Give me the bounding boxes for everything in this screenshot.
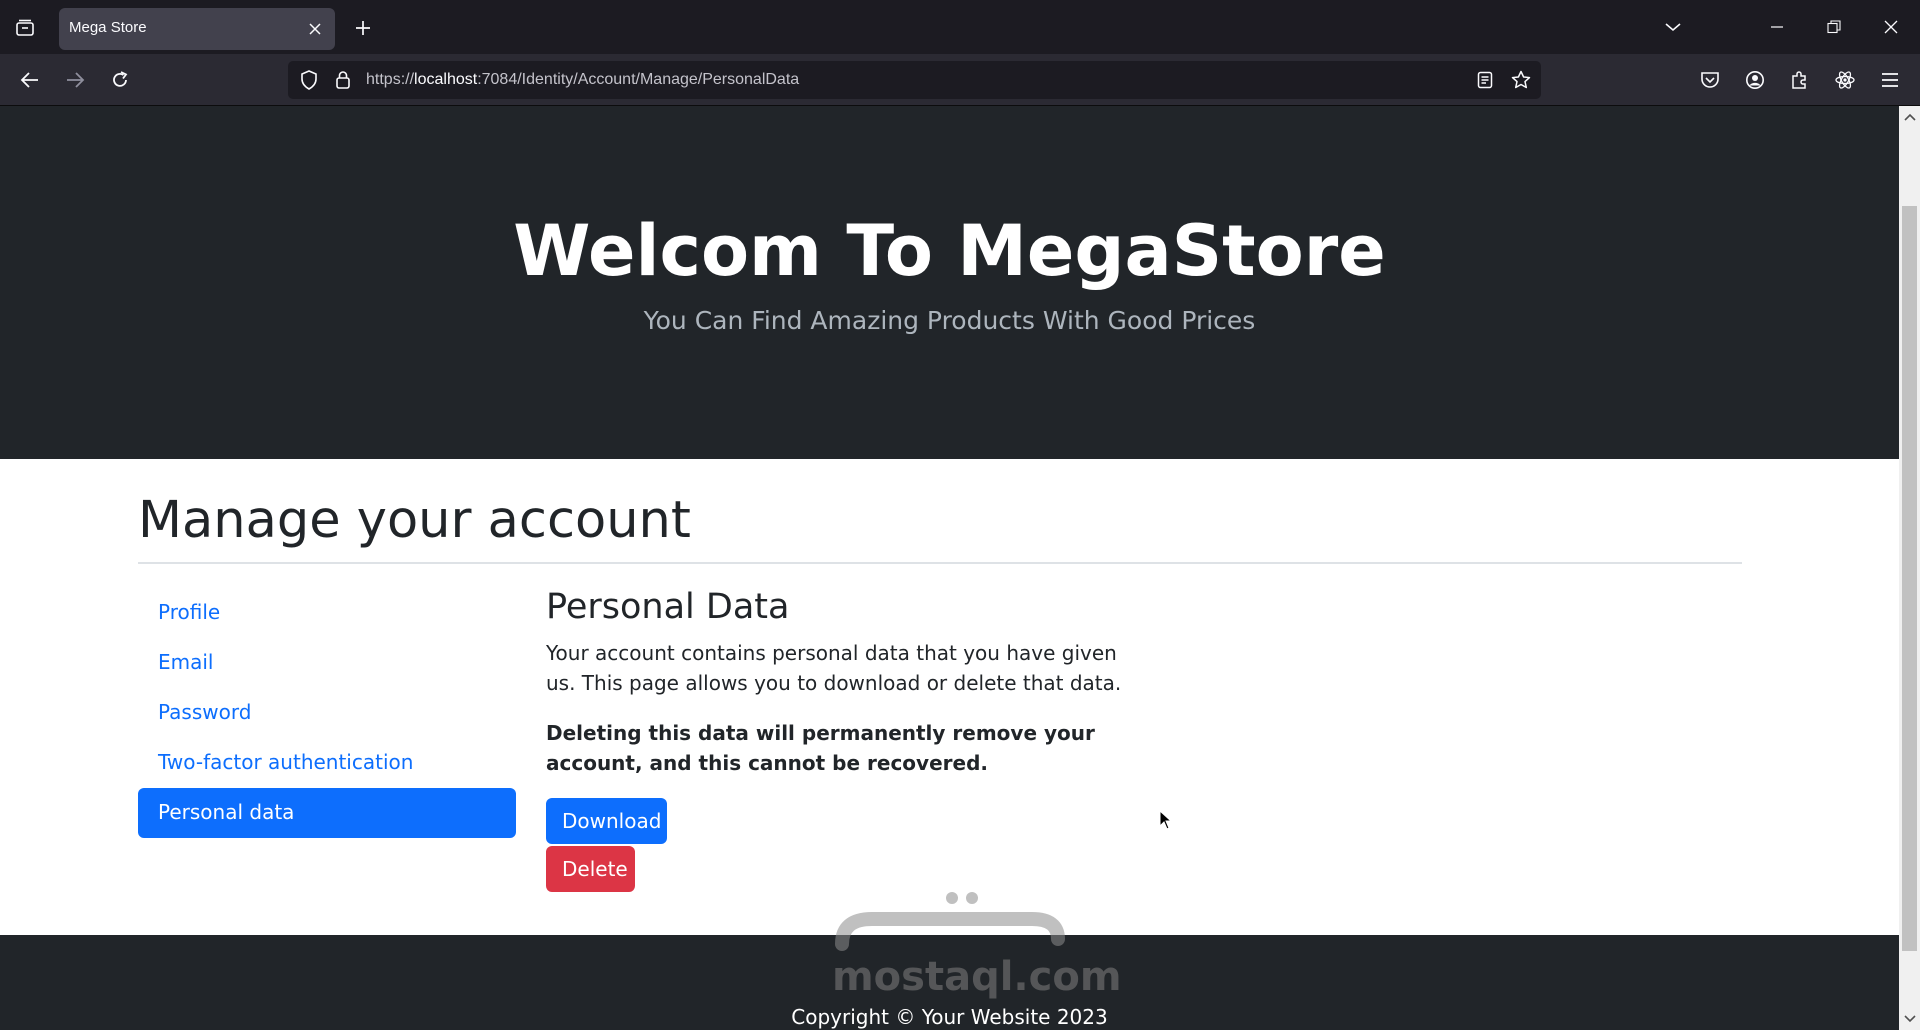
chevron-down-icon[interactable] bbox=[1657, 12, 1689, 42]
hero-subtitle: You Can Find Amazing Products With Good … bbox=[643, 306, 1256, 335]
shield-icon[interactable] bbox=[298, 69, 320, 91]
browser-tab-bar: Mega Store bbox=[0, 0, 1920, 54]
hero-title: Welcom To MegaStore bbox=[513, 210, 1386, 292]
browser-tab[interactable]: Mega Store bbox=[59, 8, 335, 50]
nav-item-personal-data[interactable]: Personal data bbox=[138, 788, 516, 838]
scroll-down-arrow-icon[interactable] bbox=[1903, 1012, 1916, 1025]
watermark-text: mostaql.com bbox=[832, 954, 1122, 1000]
scroll-up-arrow-icon[interactable] bbox=[1903, 110, 1916, 123]
list-all-tabs-icon[interactable] bbox=[10, 13, 40, 43]
close-tab-icon[interactable] bbox=[305, 19, 325, 39]
nav-item-password[interactable]: Password bbox=[138, 688, 516, 738]
close-window-icon[interactable] bbox=[1875, 12, 1907, 42]
section-heading: Personal Data bbox=[546, 587, 790, 627]
bookmark-star-icon[interactable] bbox=[1510, 69, 1532, 91]
app-menu-icon[interactable] bbox=[1874, 64, 1906, 96]
tab-title: Mega Store bbox=[69, 19, 147, 36]
delete-button[interactable]: Delete bbox=[546, 846, 635, 892]
url-text: https://localhost:7084/Identity/Account/… bbox=[366, 71, 800, 88]
download-button[interactable]: Download bbox=[546, 798, 667, 844]
personal-data-section: Personal Data Your account contains pers… bbox=[546, 586, 1146, 892]
react-devtools-icon[interactable] bbox=[1829, 64, 1861, 96]
minimize-icon[interactable] bbox=[1761, 12, 1793, 42]
browser-toolbar: https://localhost:7084/Identity/Account/… bbox=[0, 54, 1920, 106]
footer-copyright: Copyright © Your Website 2023 bbox=[791, 1005, 1108, 1029]
delete-warning: Deleting this data will permanently remo… bbox=[546, 721, 1095, 775]
pocket-icon[interactable] bbox=[1694, 64, 1726, 96]
reload-icon[interactable] bbox=[104, 64, 136, 96]
divider bbox=[138, 562, 1742, 564]
reader-view-icon[interactable] bbox=[1474, 69, 1496, 91]
page-scrollbar[interactable] bbox=[1899, 106, 1920, 1030]
back-icon[interactable] bbox=[14, 64, 46, 96]
hero-header: Welcom To MegaStore You Can Find Amazing… bbox=[0, 106, 1899, 459]
restore-icon[interactable] bbox=[1818, 12, 1850, 42]
new-tab-icon[interactable] bbox=[348, 13, 378, 43]
section-description: Your account contains personal data that… bbox=[546, 641, 1122, 695]
url-bar[interactable]: https://localhost:7084/Identity/Account/… bbox=[288, 61, 1541, 99]
nav-item-profile[interactable]: Profile bbox=[138, 588, 516, 638]
lock-icon[interactable] bbox=[332, 69, 354, 91]
mouse-cursor-icon bbox=[1159, 810, 1173, 830]
nav-item-email[interactable]: Email bbox=[138, 638, 516, 688]
page-viewport: Welcom To MegaStore You Can Find Amazing… bbox=[0, 106, 1899, 1030]
forward-icon[interactable] bbox=[59, 64, 91, 96]
nav-item-two-factor[interactable]: Two-factor authentication bbox=[138, 738, 516, 788]
account-side-nav: Profile Email Password Two-factor authen… bbox=[138, 588, 516, 838]
watermark-logo: mostaql.com bbox=[832, 884, 1122, 1004]
page-title: Manage your account bbox=[138, 491, 691, 550]
extensions-icon[interactable] bbox=[1784, 64, 1816, 96]
scrollbar-thumb[interactable] bbox=[1902, 206, 1917, 951]
account-icon[interactable] bbox=[1739, 64, 1771, 96]
